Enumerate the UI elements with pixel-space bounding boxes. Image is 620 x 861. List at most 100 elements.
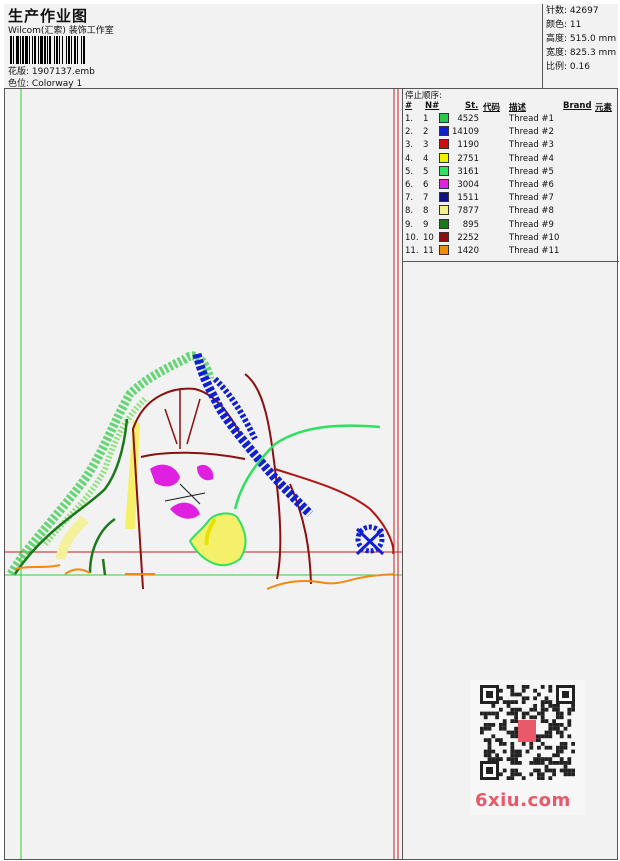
row-index: 4. (405, 153, 414, 164)
thread-color-swatch (439, 179, 449, 189)
row-needle: 9 (423, 219, 429, 230)
row-description: Thread #5 (509, 166, 554, 177)
design-preview-area (5, 89, 402, 859)
row-stitches: 2252 (457, 232, 479, 243)
stop-sequence-caption: 停止顺序: (405, 91, 442, 101)
stop-sequence-table: 停止顺序: # N# St. 代码 描述 Brand 元素 1. 1 4525 Thr… (403, 89, 619, 262)
thread-color-swatch (439, 152, 449, 163)
row-stitches: 7877 (457, 206, 479, 217)
row-index: 1. (405, 114, 414, 124)
row-needle: 11 (423, 246, 434, 256)
blue-flower-small (355, 524, 385, 554)
row-stitches: 4525 (457, 114, 479, 124)
row-description: Thread #11 (509, 246, 560, 256)
magenta-flower (150, 464, 180, 487)
col-header-index: # (405, 101, 413, 111)
row-description: Thread #2 (509, 127, 554, 138)
spec-stitches: 针数: 42697 (546, 6, 599, 16)
stop-row: 9. 9 895 Thread #9 (403, 218, 619, 232)
row-stitches: 1420 (457, 246, 479, 256)
company-name: Wilcom(汇索) 装饰工作室 (8, 26, 114, 36)
colorway-label: 色位: (8, 79, 30, 89)
col-header-stitches: St. (465, 101, 479, 111)
thread-color-swatch (439, 231, 449, 242)
stop-row: 10. 10 2252 Thread #10 (403, 231, 619, 245)
colorway-line: 色位: Colorway 1 (8, 76, 82, 89)
thread-color-swatch (439, 113, 449, 123)
stop-row: 6. 6 3004 Thread #6 (403, 179, 619, 192)
stop-row: 2. 2 14109 Thread #2 (403, 126, 619, 139)
row-needle: 3 (423, 140, 429, 151)
col-header-element: 元素 (595, 103, 613, 113)
spec-height: 高度: 515.0 mm (546, 34, 617, 44)
row-description: Thread #4 (509, 153, 554, 164)
barcode (10, 36, 142, 64)
stop-row: 5. 5 3161 Thread #5 (403, 165, 619, 179)
row-description: Thread #3 (509, 140, 554, 151)
stop-row: 8. 8 7877 Thread #8 (403, 205, 619, 218)
watermark-text: 6xiu.com (475, 790, 571, 811)
row-description: Thread #7 (509, 193, 554, 204)
thread-color-swatch (439, 218, 449, 229)
row-description: Thread #9 (509, 219, 554, 230)
row-needle: 5 (423, 166, 429, 177)
col-header-needle: N# (425, 101, 440, 111)
row-needle: 1 (423, 114, 429, 124)
row-index: 11. (405, 246, 419, 256)
thread-color-swatch (439, 245, 449, 255)
row-index: 9. (405, 219, 414, 230)
row-index: 8. (405, 206, 414, 217)
ground-orange (14, 564, 91, 575)
stop-row: 1. 1 4525 Thread #1 (403, 113, 619, 126)
row-stitches: 3004 (457, 180, 479, 190)
row-description: Thread #8 (509, 206, 554, 217)
row-index: 10. (405, 232, 419, 243)
row-description: Thread #6 (509, 180, 554, 190)
spec-colors: 颜色: 11 (546, 20, 582, 30)
row-stitches: 1190 (457, 140, 479, 151)
spec-box: 针数: 42697 颜色: 11 高度: 515.0 mm 宽度: 825.3 … (542, 4, 619, 88)
spec-scale: 比例: 0.16 (546, 62, 590, 72)
row-index: 3. (405, 140, 414, 151)
stop-row: 4. 4 2751 Thread #4 (403, 152, 619, 166)
arch-crossbar (140, 451, 246, 460)
col-header-code: 代码 (483, 103, 501, 113)
stop-row: 7. 7 1511 Thread #7 (403, 192, 619, 205)
thread-color-swatch (439, 192, 449, 203)
spec-width: 宽度: 825.3 mm (546, 48, 617, 58)
thread-color-swatch (439, 139, 449, 150)
row-needle: 8 (423, 206, 429, 217)
row-needle: 7 (423, 193, 429, 204)
col-header-description: 描述 (509, 103, 527, 113)
row-needle: 10 (423, 232, 434, 243)
row-stitches: 895 (462, 219, 479, 230)
row-index: 7. (405, 193, 414, 204)
row-stitches: 3161 (457, 166, 479, 177)
embroidery-preview (5, 89, 402, 859)
thread-color-swatch (439, 205, 449, 216)
thread-color-swatch (439, 126, 449, 137)
row-stitches: 14109 (451, 127, 479, 138)
thread-color-swatch (439, 165, 449, 176)
row-needle: 4 (423, 153, 429, 164)
row-description: Thread #10 (509, 232, 560, 243)
qr-code-graphic (480, 685, 575, 780)
row-needle: 6 (423, 180, 429, 190)
stop-row: 3. 3 1190 Thread #3 (403, 139, 619, 152)
row-needle: 2 (423, 127, 429, 138)
stop-row: 11. 11 1420 Thread #11 (403, 245, 619, 258)
row-index: 6. (405, 180, 414, 190)
colorway-name: Colorway 1 (31, 79, 83, 89)
yellow-patch (55, 515, 89, 561)
ground-orange-2 (266, 573, 396, 590)
col-header-brand: Brand (563, 101, 592, 111)
row-stitches: 1511 (457, 193, 479, 204)
row-description: Thread #1 (509, 114, 554, 124)
magenta-flower-2 (170, 502, 200, 519)
stem-dark-green (13, 418, 129, 575)
row-index: 5. (405, 166, 414, 177)
header: 生产作业图 Wilcom(汇索) 装饰工作室 花版: 1907137.emb 色… (4, 4, 618, 89)
vase (188, 512, 247, 566)
hill-outline (274, 468, 395, 555)
row-stitches: 2751 (457, 153, 479, 164)
